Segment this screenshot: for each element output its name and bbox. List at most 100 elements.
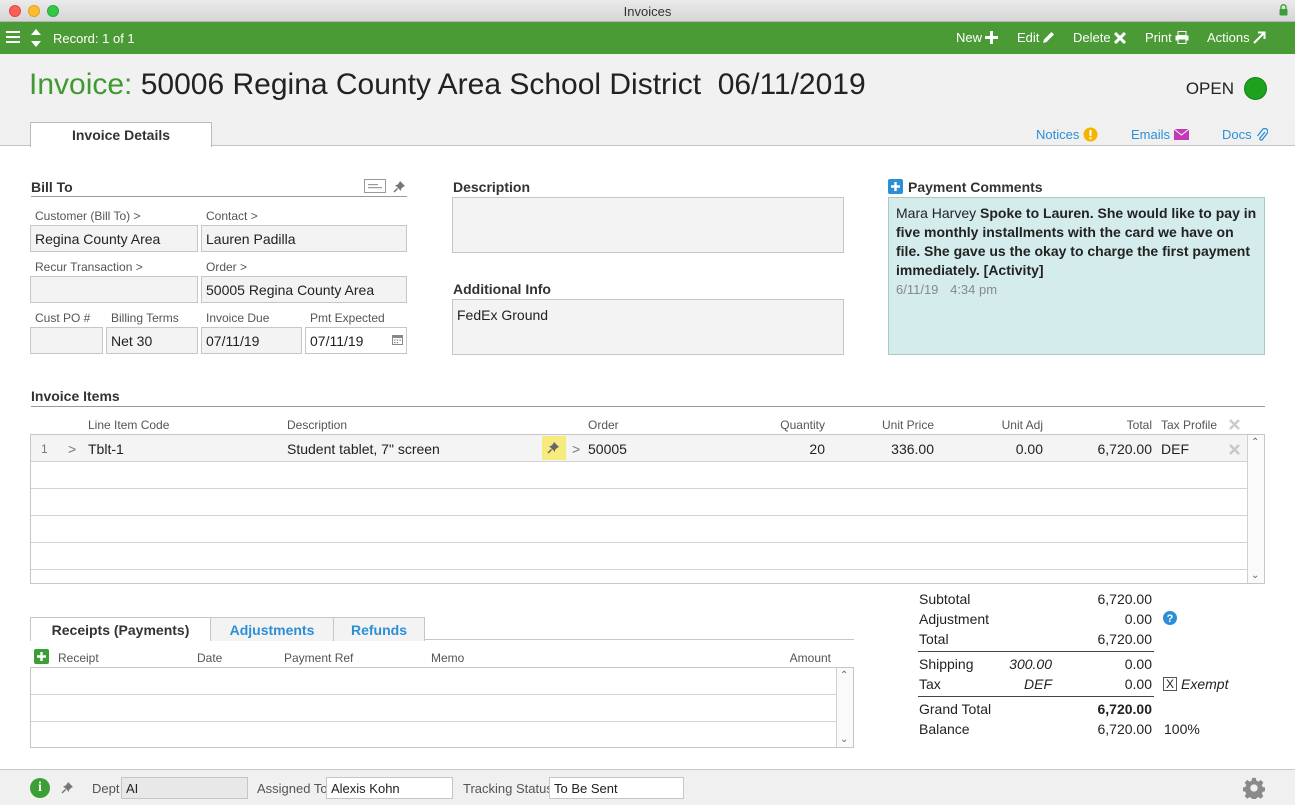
dept-field[interactable]: AI (121, 777, 248, 799)
description-field[interactable] (452, 197, 844, 253)
exempt-checkbox[interactable]: X (1163, 677, 1177, 691)
tracking-label: Tracking Status (463, 781, 553, 796)
gear-icon[interactable] (1243, 777, 1265, 799)
tab-refunds[interactable]: Refunds (333, 617, 425, 641)
add-receipt-icon[interactable] (34, 649, 49, 664)
col-header-unit-adj[interactable]: Unit Adj (983, 418, 1043, 432)
delete-label: Delete (1073, 30, 1111, 45)
record-navigator-icon[interactable] (30, 28, 42, 48)
lock-icon[interactable] (1279, 4, 1288, 16)
col-header-tax-profile[interactable]: Tax Profile (1161, 418, 1217, 432)
col-header-unit-price[interactable]: Unit Price (864, 418, 934, 432)
docs-label: Docs (1222, 127, 1252, 142)
col-header-description[interactable]: Description (287, 418, 347, 432)
actions-button[interactable]: Actions (1207, 30, 1266, 45)
tracking-field[interactable]: To Be Sent (549, 777, 684, 799)
customer-field[interactable]: Regina County Area (30, 225, 198, 252)
col-header-code[interactable]: Line Item Code (88, 418, 169, 432)
docs-link[interactable]: Docs (1222, 127, 1268, 142)
contact-field[interactable]: Lauren Padilla (201, 225, 407, 252)
order-label[interactable]: Order > (206, 260, 247, 274)
edit-button[interactable]: Edit (1017, 30, 1055, 45)
additional-info-field[interactable]: FedEx Ground (452, 299, 844, 355)
help-icon[interactable]: ? (1163, 611, 1177, 625)
cell-tax-profile[interactable]: DEF (1161, 441, 1189, 457)
date-col-header[interactable]: Date (197, 651, 222, 665)
edit-label: Edit (1017, 30, 1040, 45)
notices-link[interactable]: Notices (1036, 127, 1098, 142)
total-value: 6,720.00 (1097, 631, 1153, 647)
shipping-input[interactable]: 300.00 (982, 656, 1052, 672)
recur-field[interactable] (30, 276, 198, 303)
delete-row-icon[interactable] (1229, 444, 1240, 455)
amount-col-header[interactable]: Amount (771, 651, 831, 665)
items-scrollbar[interactable]: ⌃ ⌄ (1247, 435, 1264, 583)
tab-invoice-details[interactable]: Invoice Details (30, 122, 212, 147)
custpo-label: Cust PO # (35, 311, 91, 325)
balance-value: 6,720.00 (1097, 721, 1153, 737)
col-header-quantity[interactable]: Quantity (765, 418, 825, 432)
cell-order[interactable]: 50005 (588, 441, 627, 457)
pin-note-icon[interactable] (542, 436, 566, 460)
payment-comments-box[interactable]: Mara Harvey Spoke to Lauren. She would l… (888, 197, 1265, 355)
order-link-icon[interactable]: > (572, 441, 580, 457)
table-row[interactable] (31, 722, 837, 749)
order-field[interactable]: 50005 Regina County Area (201, 276, 407, 303)
memo-col-header[interactable]: Memo (431, 651, 464, 665)
table-row[interactable] (31, 543, 1248, 570)
table-row[interactable]: 1 > Tblt-1 Student tablet, 7" screen > 5… (31, 435, 1248, 462)
menu-icon[interactable] (6, 31, 20, 43)
row-expand-icon[interactable]: > (68, 441, 76, 457)
scroll-down-icon[interactable]: ⌄ (1251, 570, 1259, 581)
cell-description[interactable]: Student tablet, 7" screen (287, 441, 440, 457)
tax-profile-input[interactable]: DEF (982, 676, 1052, 692)
assigned-field[interactable]: Alexis Kohn (326, 777, 453, 799)
cell-unit-price[interactable]: 336.00 (864, 441, 934, 457)
custpo-field[interactable] (30, 327, 103, 354)
recur-label[interactable]: Recur Transaction > (35, 260, 143, 274)
tab-receipts[interactable]: Receipts (Payments) (30, 617, 211, 641)
pin-icon[interactable] (393, 180, 406, 193)
cell-code[interactable]: Tblt-1 (88, 441, 124, 457)
table-row[interactable] (31, 462, 1248, 489)
col-header-total[interactable]: Total (1092, 418, 1152, 432)
print-button[interactable]: Print (1145, 30, 1189, 45)
calendar-icon[interactable] (392, 335, 403, 345)
add-comment-icon[interactable] (888, 179, 903, 194)
table-row[interactable] (31, 668, 837, 695)
subtotal-label: Subtotal (919, 591, 971, 607)
address-card-icon[interactable] (364, 179, 386, 193)
pmt-label: Pmt Expected (310, 311, 385, 325)
customer-label[interactable]: Customer (Bill To) > (35, 209, 140, 223)
new-button[interactable]: New (956, 30, 999, 45)
cell-quantity[interactable]: 20 (765, 441, 825, 457)
tab-adjustments[interactable]: Adjustments (210, 617, 334, 641)
invoice-date: 06/11/2019 (717, 68, 866, 101)
emails-link[interactable]: Emails (1131, 127, 1190, 142)
cell-unit-adj[interactable]: 0.00 (983, 441, 1043, 457)
delete-button[interactable]: Delete (1073, 30, 1126, 45)
contact-label[interactable]: Contact > (206, 209, 258, 223)
scroll-up-icon[interactable]: ⌃ (840, 670, 848, 681)
table-row[interactable] (31, 489, 1248, 516)
terms-field[interactable]: Net 30 (106, 327, 198, 354)
col-header-order[interactable]: Order (588, 418, 619, 432)
dept-label: Dept (92, 781, 120, 796)
tax-value: 0.00 (1124, 676, 1152, 692)
payment-ref-col-header[interactable]: Payment Ref (284, 651, 353, 665)
receipt-col-header[interactable]: Receipt (58, 651, 99, 665)
scroll-down-icon[interactable]: ⌄ (840, 734, 848, 745)
paperclip-icon (1256, 127, 1268, 141)
envelope-icon (1174, 129, 1190, 140)
info-icon[interactable]: i (30, 778, 50, 798)
table-row[interactable] (31, 695, 837, 722)
receipts-scrollbar[interactable]: ⌃ ⌄ (836, 668, 853, 747)
table-row[interactable] (31, 516, 1248, 543)
grand-total-label: Grand Total (919, 701, 992, 717)
adjustment-value: 0.00 (1124, 611, 1152, 627)
due-field[interactable]: 07/11/19 (201, 327, 302, 354)
scroll-up-icon[interactable]: ⌃ (1251, 437, 1259, 448)
comment-date: 6/11/19 (896, 282, 939, 297)
pin-icon[interactable] (61, 781, 74, 794)
delete-column-icon (1229, 419, 1240, 430)
